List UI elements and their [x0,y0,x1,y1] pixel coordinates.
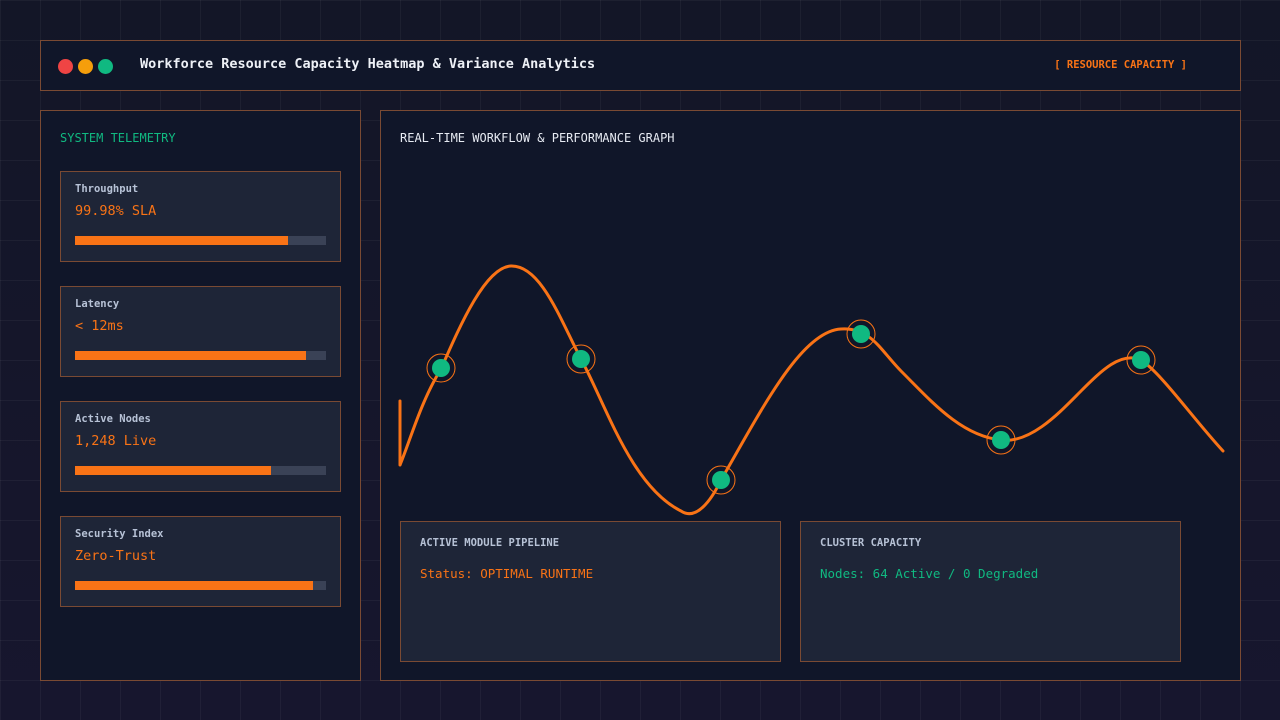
data-point[interactable] [426,353,456,383]
pipeline-status: Status: OPTIMAL RUNTIME [420,566,594,581]
metric-progress-fill [75,351,306,360]
close-window-dot-icon[interactable] [58,59,73,74]
metric-card-security-index: Security Index Zero-Trust [60,516,341,607]
metric-label: Active Nodes [75,413,151,425]
data-point[interactable] [706,465,736,495]
active-module-pipeline-card: ACTIVE MODULE PIPELINE Status: OPTIMAL R… [400,521,781,662]
workflow-graph-panel: REAL-TIME WORKFLOW & PERFORMANCE GRAPH A… [380,110,1241,681]
app-title: Workforce Resource Capacity Heatmap & Va… [140,56,596,72]
capacity-title: CLUSTER CAPACITY [820,537,922,549]
performance-curve [398,264,1225,516]
data-point[interactable] [566,344,596,374]
metric-label: Security Index [75,528,164,540]
metric-value: 99.98% SLA [75,203,157,219]
sidebar-title: SYSTEM TELEMETRY [60,131,176,145]
metric-label: Latency [75,298,120,310]
metric-progress-fill [75,581,314,590]
maximize-window-dot-icon[interactable] [98,59,113,74]
metric-label: Throughput [75,183,139,195]
window-header: Workforce Resource Capacity Heatmap & Va… [40,40,1241,91]
metric-progress-fill [75,236,289,245]
minimize-window-dot-icon[interactable] [78,59,93,74]
metric-progress-bar [75,466,326,475]
metric-progress-bar [75,351,326,360]
metric-progress-bar [75,236,326,245]
metric-card-latency: Latency < 12ms [60,286,341,377]
metric-card-throughput: Throughput 99.98% SLA [60,171,341,262]
metric-value: Zero-Trust [75,548,157,564]
metric-progress-fill [75,466,271,475]
pipeline-title: ACTIVE MODULE PIPELINE [420,537,560,549]
data-point[interactable] [1126,345,1156,375]
cluster-capacity-card: CLUSTER CAPACITY Nodes: 64 Active / 0 De… [800,521,1181,662]
metric-progress-bar [75,581,326,590]
metric-value: < 12ms [75,318,124,334]
metric-card-active-nodes: Active Nodes 1,248 Live [60,401,341,492]
data-point[interactable] [846,319,876,349]
system-telemetry-panel: SYSTEM TELEMETRY Throughput 99.98% SLA L… [40,110,361,681]
metric-value: 1,248 Live [75,433,157,449]
resource-capacity-tag: [ RESOURCE CAPACITY ] [1054,59,1187,71]
capacity-status: Nodes: 64 Active / 0 Degraded [820,566,1039,581]
